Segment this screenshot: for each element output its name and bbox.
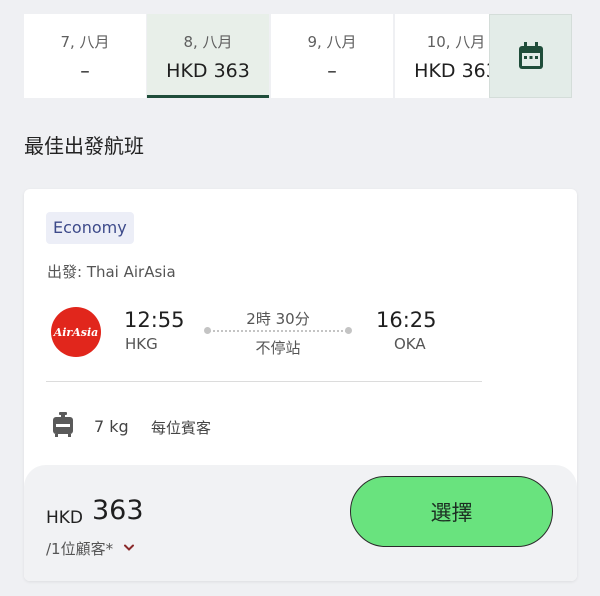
baggage-per-guest: 每位賓客 (151, 419, 212, 437)
route-end-dot (345, 327, 352, 334)
departure-airport: HKG (125, 335, 158, 353)
date-tab-label: 7, 八月 (60, 33, 110, 51)
date-tab-price: – (80, 60, 90, 82)
airline-logo: AirAsia (51, 307, 101, 357)
date-tab-8[interactable]: 8, 八月 HKD 363 (147, 14, 269, 98)
operator-label: 出發: Thai AirAsia (47, 263, 176, 281)
departure-time: 12:55 (124, 308, 185, 332)
flight-card: Economy 出發: Thai AirAsia AirAsia 12:55 H… (24, 189, 577, 581)
arrival-time: 16:25 (376, 308, 437, 332)
date-tab-label: 8, 八月 (183, 33, 233, 51)
date-tab-price: – (327, 60, 337, 82)
baggage-weight: 7 kg (94, 417, 129, 436)
price-per-customer[interactable]: /1位顧客* (46, 538, 113, 559)
divider (46, 381, 482, 382)
stops-label: 不停站 (255, 339, 301, 357)
flight-duration: 2時 30分 (246, 310, 310, 328)
date-tab-7[interactable]: 7, 八月 – (24, 14, 146, 98)
price-amount: 363 (92, 495, 144, 526)
luggage-icon (53, 412, 73, 437)
route-line (205, 330, 351, 332)
date-tab-9[interactable]: 9, 八月 – (271, 14, 393, 98)
section-title: 最佳出發航班 (24, 134, 144, 158)
calendar-icon (518, 42, 543, 69)
calendar-button[interactable] (489, 14, 572, 98)
price-currency: HKD (46, 508, 84, 528)
cabin-class-badge: Economy (46, 212, 134, 244)
date-tab-label: 9, 八月 (307, 33, 357, 51)
airline-logo-text: AirAsia (53, 325, 99, 339)
route-start-dot (204, 327, 211, 334)
date-selector: 7, 八月 – 8, 八月 HKD 363 9, 八月 – 10, 八月 HKD… (24, 14, 572, 98)
date-tab-price: HKD 363 (166, 60, 250, 82)
arrival-airport: OKA (394, 335, 426, 353)
price-footer: HKD 363 /1位顧客* 選擇 (24, 465, 577, 581)
select-button[interactable]: 選擇 (350, 476, 553, 547)
chevron-down-icon[interactable] (123, 544, 135, 552)
